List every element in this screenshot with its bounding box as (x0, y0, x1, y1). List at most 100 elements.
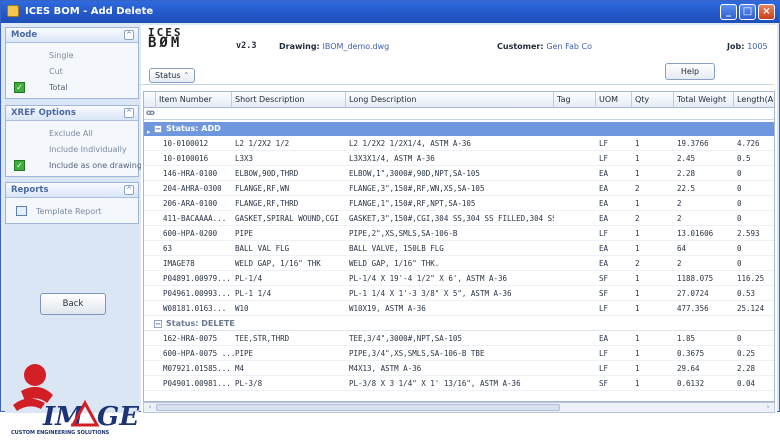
cell-length: 0.53 (737, 289, 756, 298)
table-row[interactable]: 63 BALL VAL FLG BALL VALVE, 150LB FLG EA 1 64… (144, 242, 774, 256)
cell-item-number: P04961.00993... (163, 289, 231, 298)
cell-short-description: W10 (235, 304, 249, 313)
cell-uom: EA (599, 214, 609, 223)
col-qty[interactable]: Qty (632, 92, 674, 108)
template-report-label: Template Report (36, 207, 102, 216)
col-length[interactable]: Length(A (734, 92, 774, 108)
cell-short-description: PL-1/4 (235, 274, 263, 283)
col-total-weight[interactable]: Total Weight (674, 92, 734, 108)
maximize-button[interactable]: □ (739, 4, 756, 20)
cell-qty: 1 (635, 289, 640, 298)
checkmark-icon[interactable]: ✓ (14, 82, 25, 93)
cell-length: 116.25 (737, 274, 765, 283)
cell-uom: EA (599, 184, 609, 193)
minimize-button[interactable]: _ (720, 4, 737, 20)
table-row[interactable]: 206-ARA-0100 FLANGE,RF,THRD FLANGE,1",150#… (144, 197, 774, 211)
group-row[interactable]: − Status: DELETE (144, 317, 774, 331)
scroll-thumb[interactable] (156, 404, 560, 411)
table-row[interactable]: P04891.00979... PL-1/4 PL-1/4 X 19'-4 1/2"… (144, 272, 774, 286)
filter-row[interactable]: ꝏ (144, 108, 774, 120)
reports-header[interactable]: Reports ^ (6, 183, 138, 198)
cell-short-description: ELBOW,90D,THRD (235, 169, 299, 178)
job-info: Job: 1005 (727, 42, 768, 51)
back-button[interactable]: Back (40, 293, 106, 315)
cell-long-description: PL-1/4 X 19'-4 1/2" X 6', ASTM A-36 (349, 274, 508, 283)
cell-item-number: W08181.0163... (163, 304, 227, 313)
table-row[interactable]: M07921.01585... M4 M4X13, ASTM A-36 LF 1 29.6… (144, 362, 774, 376)
cell-total-weight: 22.5 (677, 184, 696, 193)
window-title: ICES BOM - Add Delete (25, 6, 154, 17)
table-row[interactable]: IMAGE78 WELD GAP, 1/16" THK WELD GAP, 1/16… (144, 257, 774, 271)
mode-header[interactable]: Mode ^ (6, 28, 138, 43)
cell-qty: 1 (635, 379, 640, 388)
table-row[interactable]: 162-HRA-0075 TEE,STR,THRD TEE,3/4",3000#,N… (144, 332, 774, 346)
cell-short-description: PL-3/8 (235, 379, 263, 388)
col-uom[interactable]: UOM (596, 92, 632, 108)
cell-length: 0.25 (737, 349, 756, 358)
table-row[interactable]: 10-0100016 L3X3 L3X3X1/4, ASTM A-36 LF 1 2.45… (144, 152, 774, 166)
table-row[interactable]: W08181.0163... W10 W10X19, ASTM A-36 LF 1 477… (144, 302, 774, 316)
cell-tag (554, 242, 596, 256)
group-collapse-icon[interactable]: − (154, 125, 162, 133)
table-row[interactable]: 204-AHRA-0300 FLANGE,RF,WN FLANGE,3",150#,… (144, 182, 774, 196)
table-row[interactable]: P04901.00981... PL-3/8 PL-3/8 X 3 1/4" X 1… (144, 377, 774, 391)
cell-total-weight: 1188.075 (677, 274, 714, 283)
group-collapse-icon[interactable]: − (154, 320, 162, 328)
help-button[interactable]: Help (665, 63, 715, 80)
col-short-description[interactable]: Short Description (232, 92, 346, 108)
collapse-icon[interactable]: ^ (124, 108, 134, 118)
cell-tag (554, 332, 596, 346)
col-long-description[interactable]: Long Description (346, 92, 554, 108)
bom-grid[interactable]: Item Number Short Description Long Descr… (143, 91, 775, 402)
col-item-number[interactable]: Item Number (156, 92, 232, 108)
close-button[interactable]: × (758, 4, 775, 20)
cell-short-description: M4 (235, 364, 245, 373)
table-row[interactable]: 600-HPA-0200 PIPE PIPE,2",XS,SMLS,SA-106-B… (144, 227, 774, 241)
cell-total-weight: 27.0724 (677, 289, 709, 298)
cell-item-number: 146-HRA-0100 (163, 169, 218, 178)
cell-tag (554, 212, 596, 226)
filter-icon[interactable]: ꝏ (146, 108, 155, 117)
cell-tag (554, 257, 596, 271)
scroll-left-icon[interactable]: ‹ (145, 403, 155, 412)
customer-info: Customer: Gen Fab Co (497, 42, 592, 51)
cell-qty: 1 (635, 199, 640, 208)
xref-title: XREF Options (11, 108, 76, 118)
sort-icon[interactable]: ⌃ (183, 71, 190, 80)
mode-option-label: Single (49, 51, 74, 60)
cell-long-description: WELD GAP, 1/16" THK. (349, 259, 440, 268)
cell-long-description: FLANGE,1",150#,RF,NPT,SA-105 (349, 199, 476, 208)
table-row[interactable]: 600-HPA-0075 ... PIPE PIPE,3/4",XS,SMLS,SA… (144, 347, 774, 361)
cell-uom: LF (599, 304, 609, 313)
cell-tag (554, 302, 596, 316)
cell-short-description: TEE,STR,THRD (235, 334, 290, 343)
table-row[interactable]: P04961.00993... PL-1 1/4 PL-1 1/4 X 1'-3 3… (144, 287, 774, 301)
cell-long-description: BALL VALVE, 150LB FLG (349, 244, 444, 253)
col-tag[interactable]: Tag (554, 92, 596, 108)
collapse-icon[interactable]: ^ (124, 30, 134, 40)
group-status-chip[interactable]: Status ⌃ (149, 68, 195, 83)
table-row[interactable]: 411-BACAAAA... GASKET,SPIRAL WOUND,CGI GAS… (144, 212, 774, 226)
cell-uom: SF (599, 274, 609, 283)
table-row[interactable]: 10-0100012 L2 1/2X2 1/2 L2 1/2X2 1/2X1/4, … (144, 137, 774, 151)
collapse-icon[interactable]: ^ (124, 185, 134, 195)
checkmark-icon[interactable]: ✓ (14, 160, 25, 171)
group-row[interactable]: ▸ − Status: ADD (144, 122, 774, 136)
xref-option-label: Include Individually (49, 145, 127, 154)
cell-tag (554, 152, 596, 166)
cell-tag (554, 197, 596, 211)
group-label: Status: ADD (166, 124, 221, 133)
cell-qty: 1 (635, 334, 640, 343)
table-row[interactable]: 146-HRA-0100 ELBOW,90D,THRD ELBOW,1",3000#… (144, 167, 774, 181)
title-bar[interactable]: ICES BOM - Add Delete _ □ × (1, 1, 779, 23)
cell-tag (554, 227, 596, 241)
job-label: Job: (727, 42, 745, 51)
scroll-right-icon[interactable]: › (763, 403, 773, 412)
horizontal-scrollbar[interactable]: ‹ › (143, 402, 775, 413)
cell-total-weight: 0.6132 (677, 379, 705, 388)
group-chip-label: Status (155, 71, 181, 80)
cell-item-number: P04891.00979... (163, 274, 231, 283)
cell-uom: EA (599, 244, 609, 253)
xref-header[interactable]: XREF Options ^ (6, 106, 138, 121)
cell-length: 0 (737, 184, 742, 193)
